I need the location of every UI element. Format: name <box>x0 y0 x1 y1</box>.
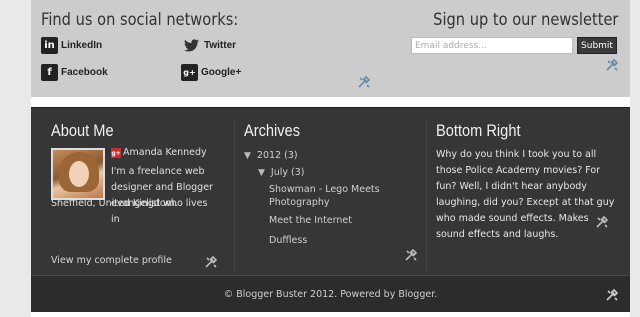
credits-bar: © Blogger Buster 2012. Powered by Blogge… <box>31 275 630 312</box>
twitter-icon <box>183 37 200 54</box>
edit-widget-icon[interactable] <box>605 58 619 72</box>
about-title: About Me <box>51 121 114 140</box>
social-title: Find us on social networks: <box>41 10 239 30</box>
newsletter-submit-button[interactable]: Submit <box>577 37 617 54</box>
archive-year[interactable]: ▼ 2012 (3) <box>244 149 298 163</box>
author-name[interactable]: Amanda Kennedy <box>123 147 207 158</box>
bottom-right-text: Why do you think I took you to all those… <box>436 149 615 240</box>
archive-month-label[interactable]: July <box>271 167 288 178</box>
newsletter-email-input[interactable] <box>411 37 573 54</box>
edit-widget-icon[interactable] <box>204 255 218 269</box>
social-label-twitter: Twitter <box>204 40 237 51</box>
column-divider <box>426 120 427 270</box>
expand-triangle-icon[interactable]: ▼ <box>244 151 251 161</box>
archive-post-link[interactable]: Showman - Lego Meets Photography <box>269 183 389 209</box>
column-divider <box>234 120 235 270</box>
view-profile-link[interactable]: View my complete profile <box>51 255 172 266</box>
archive-post-link[interactable]: Meet the Internet <box>269 214 352 227</box>
archive-month-count: (3) <box>291 167 305 178</box>
googleplus-icon: g+ <box>181 64 198 81</box>
about-bio-location-text: Sheffield, United Kingdom. <box>51 198 178 209</box>
social-label-facebook: Facebook <box>61 67 108 78</box>
about-bio-location: Sheffield, United Kingdom. <box>51 196 231 212</box>
linkedin-icon: in <box>41 37 58 54</box>
social-label-linkedin: LinkedIn <box>61 40 103 51</box>
social-band: Find us on social networks: in LinkedIn … <box>31 0 630 97</box>
credits-text: © Blogger Buster 2012. Powered by Blogge… <box>223 289 438 300</box>
social-link-googleplus[interactable]: g+ Google+ <box>181 64 241 81</box>
edit-widget-icon[interactable] <box>404 248 418 262</box>
facebook-icon: f <box>41 64 58 81</box>
bottom-right-title: Bottom Right <box>436 121 521 140</box>
archive-year-label[interactable]: 2012 <box>257 150 281 161</box>
googleplus-profile-icon: g+ <box>111 148 121 158</box>
archive-post-link[interactable]: Duffless <box>269 234 307 247</box>
edit-widget-icon[interactable] <box>595 215 609 229</box>
edit-widget-icon[interactable] <box>357 75 371 89</box>
social-label-googleplus: Google+ <box>201 67 242 78</box>
newsletter-title: Sign up to our newsletter <box>432 10 618 30</box>
social-link-linkedin[interactable]: in LinkedIn <box>41 37 102 54</box>
archives-title: Archives <box>244 121 301 140</box>
social-link-facebook[interactable]: f Facebook <box>41 64 108 81</box>
footer-widgets: About Me g+ Amanda Kennedy I'm a freelan… <box>31 107 630 312</box>
edit-widget-icon[interactable] <box>605 288 619 302</box>
archive-month[interactable]: ▼ July (3) <box>258 166 305 180</box>
expand-triangle-icon[interactable]: ▼ <box>258 168 265 178</box>
social-link-twitter[interactable]: Twitter <box>183 37 236 54</box>
archive-year-count: (3) <box>284 150 298 161</box>
avatar[interactable] <box>51 148 105 200</box>
